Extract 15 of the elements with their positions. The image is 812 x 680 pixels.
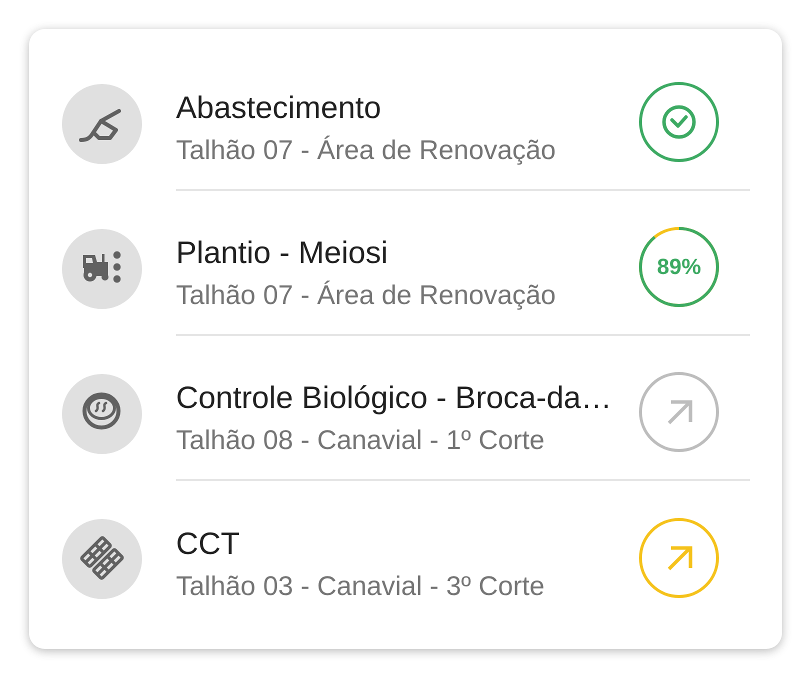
task-location: Talhão 07 - Área de Renovação bbox=[176, 134, 557, 166]
task-title: CCT bbox=[176, 526, 241, 562]
task-location: Talhão 07 - Área de Renovação bbox=[176, 278, 557, 310]
task-title: Plantio - Meiosi bbox=[176, 234, 389, 270]
task-title: Controle Biológico - Broca-da… bbox=[176, 380, 613, 416]
progress-percent: 89% bbox=[656, 254, 702, 280]
arrow-circle-icon[interactable] bbox=[639, 372, 719, 452]
fuel-nozzle-icon bbox=[62, 84, 142, 164]
tractor-icon bbox=[62, 228, 142, 308]
petri-dish-icon bbox=[62, 374, 142, 454]
arrow-circle-icon[interactable] bbox=[639, 518, 719, 598]
task-title: Abastecimento bbox=[176, 90, 382, 126]
task-location: Talhão 03 - Canavial - 3º Corte bbox=[176, 570, 546, 602]
stacked-grid-icon bbox=[62, 518, 142, 598]
task-location: Talhão 08 - Canavial - 1º Corte bbox=[176, 424, 546, 456]
